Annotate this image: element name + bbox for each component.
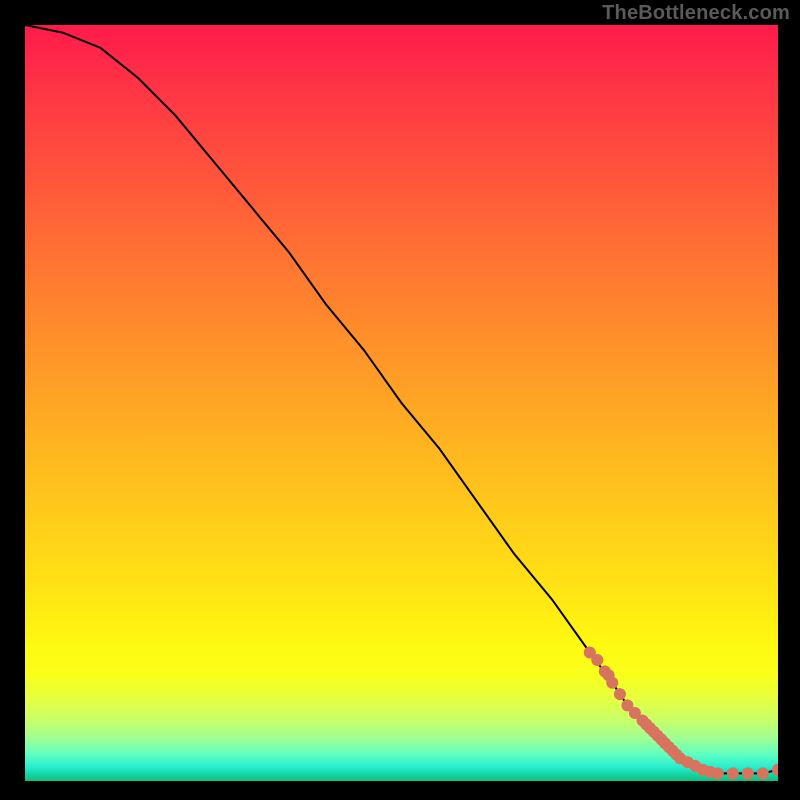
chart-container: TheBottleneck.com bbox=[0, 0, 800, 800]
attribution-text: TheBottleneck.com bbox=[602, 2, 790, 25]
plot-background bbox=[25, 25, 778, 781]
